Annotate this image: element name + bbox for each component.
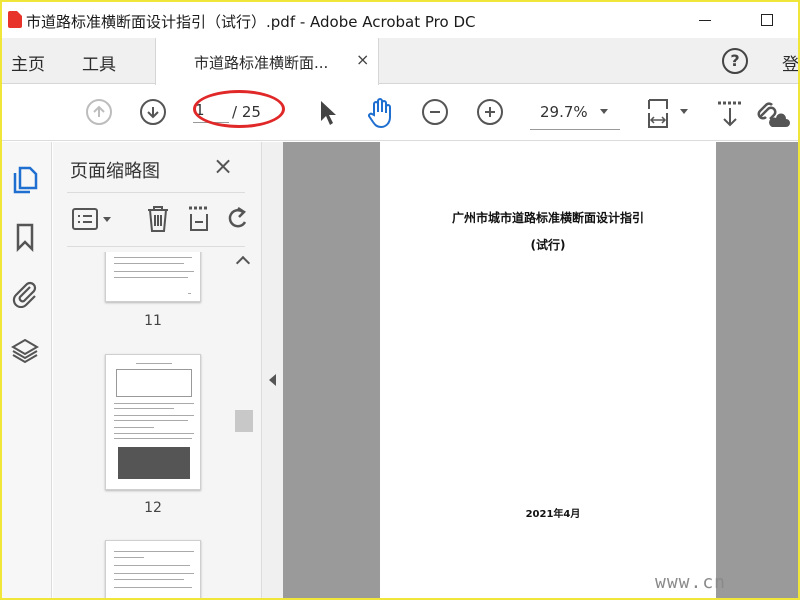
close-tab-icon[interactable]: × xyxy=(356,50,369,69)
collapse-left-icon[interactable] xyxy=(269,374,276,386)
document-title: 广州市城市道路标准横断面设计指引 xyxy=(451,211,644,225)
thumbnail-page-number: 11 xyxy=(144,313,162,329)
select-pointer-icon[interactable] xyxy=(318,99,338,127)
zoom-level-dropdown[interactable]: 29.7% xyxy=(540,103,588,121)
bookmark-icon[interactable] xyxy=(10,222,40,252)
page-thumbnail[interactable] xyxy=(105,540,201,598)
panel-title: 页面缩略图 xyxy=(70,161,160,182)
plus-icon xyxy=(485,107,495,117)
minimize-button[interactable] xyxy=(694,8,718,32)
zoom-underline xyxy=(530,129,620,130)
hand-tool-icon[interactable] xyxy=(366,97,396,129)
document-subtitle: (试行) xyxy=(530,238,566,252)
insert-page-icon[interactable] xyxy=(186,204,212,234)
watermark: www.cn xyxy=(655,572,727,593)
rotate-page-icon[interactable] xyxy=(225,204,251,234)
acrobat-logo-icon xyxy=(8,11,22,28)
pdf-page: 广州市城市道路标准横断面设计指引 (试行) 2021年4月 xyxy=(380,142,716,598)
arrow-down-icon xyxy=(147,107,159,119)
zoom-caret-icon[interactable] xyxy=(600,109,608,114)
help-icon[interactable]: ? xyxy=(722,48,748,74)
page-thumbnails-icon[interactable] xyxy=(10,164,40,194)
scroll-up-icon[interactable] xyxy=(235,255,251,271)
panel-collapse-strip[interactable] xyxy=(261,142,283,598)
page-thumbnail[interactable] xyxy=(105,252,201,302)
annotation-highlight-ellipse xyxy=(193,90,285,128)
thumbnail-options-caret-icon[interactable] xyxy=(103,217,111,222)
page-thumbnails-panel: 页面缩略图 × 11 12 xyxy=(53,142,261,598)
thumbnail-scrollbar[interactable] xyxy=(235,252,255,598)
page-fit-caret-icon[interactable] xyxy=(680,109,688,114)
document-tab[interactable]: 市道路标准横断面... × xyxy=(155,38,379,85)
delete-page-icon[interactable] xyxy=(145,204,171,234)
scroll-thumb[interactable] xyxy=(235,410,253,432)
navigation-rail xyxy=(2,142,52,598)
close-panel-icon[interactable]: × xyxy=(213,152,233,180)
thumbnail-list: 11 12 xyxy=(53,252,233,598)
tab-bar: 主页 工具 市道路标准横断面... × ? 登 xyxy=(2,38,798,85)
arrow-up-icon xyxy=(93,105,105,117)
next-page-button[interactable] xyxy=(140,99,166,125)
share-link-icon[interactable] xyxy=(754,97,790,131)
document-tab-label: 市道路标准横断面... xyxy=(194,54,329,72)
window-title: 市道路标准横断面设计指引（试行）.pdf - Adobe Acrobat Pro… xyxy=(26,13,476,31)
attachment-icon[interactable] xyxy=(10,278,40,308)
layers-icon[interactable] xyxy=(10,336,40,366)
zoom-in-button[interactable] xyxy=(477,99,503,125)
page-thumbnail[interactable] xyxy=(105,354,201,490)
previous-page-button[interactable] xyxy=(86,99,112,125)
zoom-out-button[interactable] xyxy=(422,99,448,125)
document-viewport[interactable]: 广州市城市道路标准横断面设计指引 (试行) 2021年4月 xyxy=(283,142,798,598)
maximize-button[interactable] xyxy=(756,8,780,32)
sign-in-button[interactable]: 登 xyxy=(782,50,798,75)
document-date: 2021年4月 xyxy=(525,509,581,520)
panel-divider xyxy=(67,246,245,247)
thumbnail-options-icon[interactable] xyxy=(71,206,99,232)
minus-icon xyxy=(430,111,440,113)
tools-tab[interactable]: 工具 xyxy=(82,50,116,75)
home-tab[interactable]: 主页 xyxy=(11,50,45,75)
panel-divider xyxy=(67,192,245,193)
title-bar: 市道路标准横断面设计指引（试行）.pdf - Adobe Acrobat Pro… xyxy=(2,2,798,38)
thumbnail-page-number: 12 xyxy=(144,500,162,516)
page-fit-icon[interactable] xyxy=(646,97,676,131)
scroll-mode-icon[interactable] xyxy=(716,99,744,129)
app-window: 市道路标准横断面设计指引（试行）.pdf - Adobe Acrobat Pro… xyxy=(2,2,798,598)
toolbar: 1 / 25 29.7% xyxy=(2,85,798,141)
